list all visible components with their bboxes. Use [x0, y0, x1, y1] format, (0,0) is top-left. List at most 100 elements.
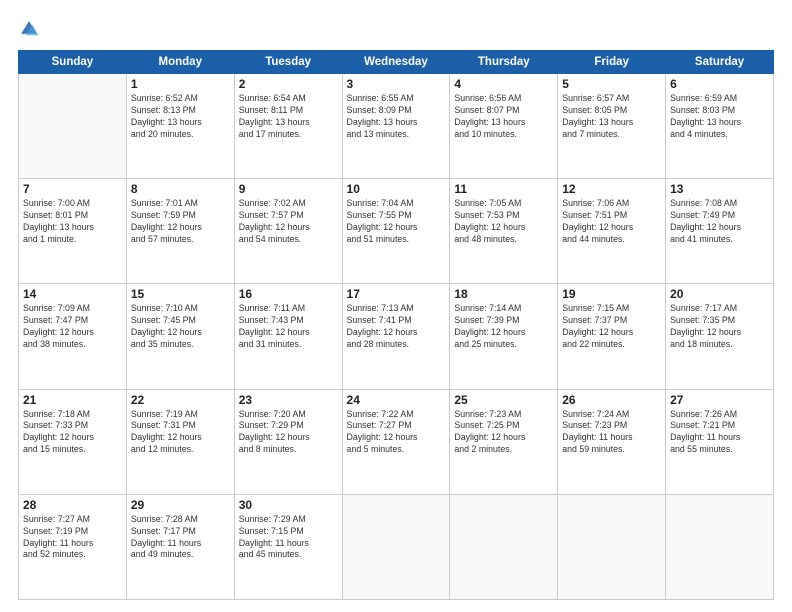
day-info: Sunrise: 6:55 AM Sunset: 8:09 PM Dayligh…: [347, 93, 446, 141]
weekday-header-thursday: Thursday: [450, 51, 558, 74]
week-row-5: 28Sunrise: 7:27 AM Sunset: 7:19 PM Dayli…: [19, 494, 774, 599]
day-info: Sunrise: 7:15 AM Sunset: 7:37 PM Dayligh…: [562, 303, 661, 351]
calendar-cell: 28Sunrise: 7:27 AM Sunset: 7:19 PM Dayli…: [19, 494, 127, 599]
calendar-table: SundayMondayTuesdayWednesdayThursdayFrid…: [18, 50, 774, 600]
day-info: Sunrise: 6:59 AM Sunset: 8:03 PM Dayligh…: [670, 93, 769, 141]
day-info: Sunrise: 6:57 AM Sunset: 8:05 PM Dayligh…: [562, 93, 661, 141]
calendar-cell: 17 Sunrise: 7:13 AM Sunset: 7:41 PM Dayli…: [342, 284, 450, 389]
weekday-header-wednesday: Wednesday: [342, 51, 450, 74]
calendar-cell: 10 Sunrise: 7:04 AM Sunset: 7:55 PM Dayli…: [342, 179, 450, 284]
day-number: 4: [454, 77, 553, 91]
day-number: 9: [239, 182, 338, 196]
day-info: Sunrise: 7:19 AM Sunset: 7:31 PM Dayligh…: [131, 409, 230, 457]
day-number: 14: [23, 287, 122, 301]
day-number: 13: [670, 182, 769, 196]
weekday-header-friday: Friday: [558, 51, 666, 74]
day-info: Sunrise: 7:04 AM Sunset: 7:55 PM Dayligh…: [347, 198, 446, 246]
day-number: 19: [562, 287, 661, 301]
calendar-cell: 20Sunrise: 7:17 AM Sunset: 7:35 PM Dayli…: [666, 284, 774, 389]
day-number: 29: [131, 498, 230, 512]
day-number: 3: [347, 77, 446, 91]
weekday-header-monday: Monday: [126, 51, 234, 74]
calendar-cell: 8Sunrise: 7:01 AM Sunset: 7:59 PM Daylig…: [126, 179, 234, 284]
calendar-cell: 4 Sunrise: 6:56 AM Sunset: 8:07 PM Daylig…: [450, 74, 558, 179]
calendar-cell: 12 Sunrise: 7:06 AM Sunset: 7:51 PM Dayli…: [558, 179, 666, 284]
day-number: 10: [347, 182, 446, 196]
calendar-cell: [19, 74, 127, 179]
logo-icon: [18, 18, 40, 40]
day-info: Sunrise: 7:05 AM Sunset: 7:53 PM Dayligh…: [454, 198, 553, 246]
calendar-cell: 7 Sunrise: 7:00 AM Sunset: 8:01 PM Daylig…: [19, 179, 127, 284]
calendar-cell: 13 Sunrise: 7:08 AM Sunset: 7:49 PM Dayli…: [666, 179, 774, 284]
calendar-cell: 15 Sunrise: 7:10 AM Sunset: 7:45 PM Dayli…: [126, 284, 234, 389]
day-number: 22: [131, 393, 230, 407]
day-number: 12: [562, 182, 661, 196]
calendar-cell: 29 Sunrise: 7:28 AM Sunset: 7:17 PM Dayli…: [126, 494, 234, 599]
calendar-cell: 18 Sunrise: 7:14 AM Sunset: 7:39 PM Dayli…: [450, 284, 558, 389]
day-number: 30: [239, 498, 338, 512]
weekday-header-sunday: Sunday: [19, 51, 127, 74]
calendar-cell: 26Sunrise: 7:24 AM Sunset: 7:23 PM Dayli…: [558, 389, 666, 494]
day-info: Sunrise: 7:24 AM Sunset: 7:23 PM Dayligh…: [562, 409, 661, 457]
calendar-cell: 21 Sunrise: 7:18 AM Sunset: 7:33 PM Dayli…: [19, 389, 127, 494]
day-info: Sunrise: 7:13 AM Sunset: 7:41 PM Dayligh…: [347, 303, 446, 351]
calendar-page: SundayMondayTuesdayWednesdayThursdayFrid…: [0, 0, 792, 612]
calendar-cell: 6 Sunrise: 6:59 AM Sunset: 8:03 PM Daylig…: [666, 74, 774, 179]
logo: [18, 18, 42, 40]
weekday-header-row: SundayMondayTuesdayWednesdayThursdayFrid…: [19, 51, 774, 74]
calendar-cell: 9 Sunrise: 7:02 AM Sunset: 7:57 PM Daylig…: [234, 179, 342, 284]
calendar-cell: [558, 494, 666, 599]
day-info: Sunrise: 7:26 AM Sunset: 7:21 PM Dayligh…: [670, 409, 769, 457]
weekday-header-tuesday: Tuesday: [234, 51, 342, 74]
calendar-cell: 24 Sunrise: 7:22 AM Sunset: 7:27 PM Dayli…: [342, 389, 450, 494]
calendar-cell: 14 Sunrise: 7:09 AM Sunset: 7:47 PM Dayli…: [19, 284, 127, 389]
day-info: Sunrise: 7:22 AM Sunset: 7:27 PM Dayligh…: [347, 409, 446, 457]
calendar-cell: 1Sunrise: 6:52 AM Sunset: 8:13 PM Daylig…: [126, 74, 234, 179]
day-number: 11: [454, 182, 553, 196]
calendar-cell: [342, 494, 450, 599]
calendar-cell: 2Sunrise: 6:54 AM Sunset: 8:11 PM Daylig…: [234, 74, 342, 179]
day-info: Sunrise: 7:18 AM Sunset: 7:33 PM Dayligh…: [23, 409, 122, 457]
calendar-cell: 11 Sunrise: 7:05 AM Sunset: 7:53 PM Dayli…: [450, 179, 558, 284]
day-number: 20: [670, 287, 769, 301]
week-row-3: 14 Sunrise: 7:09 AM Sunset: 7:47 PM Dayli…: [19, 284, 774, 389]
day-info: Sunrise: 7:23 AM Sunset: 7:25 PM Dayligh…: [454, 409, 553, 457]
day-info: Sunrise: 7:02 AM Sunset: 7:57 PM Dayligh…: [239, 198, 338, 246]
calendar-cell: 5 Sunrise: 6:57 AM Sunset: 8:05 PM Daylig…: [558, 74, 666, 179]
day-info: Sunrise: 7:08 AM Sunset: 7:49 PM Dayligh…: [670, 198, 769, 246]
day-info: Sunrise: 7:01 AM Sunset: 7:59 PM Dayligh…: [131, 198, 230, 246]
day-info: Sunrise: 7:28 AM Sunset: 7:17 PM Dayligh…: [131, 514, 230, 562]
calendar-cell: 27Sunrise: 7:26 AM Sunset: 7:21 PM Dayli…: [666, 389, 774, 494]
day-info: Sunrise: 7:00 AM Sunset: 8:01 PM Dayligh…: [23, 198, 122, 246]
day-number: 18: [454, 287, 553, 301]
day-info: Sunrise: 7:06 AM Sunset: 7:51 PM Dayligh…: [562, 198, 661, 246]
day-info: Sunrise: 7:09 AM Sunset: 7:47 PM Dayligh…: [23, 303, 122, 351]
week-row-2: 7 Sunrise: 7:00 AM Sunset: 8:01 PM Daylig…: [19, 179, 774, 284]
day-info: Sunrise: 7:20 AM Sunset: 7:29 PM Dayligh…: [239, 409, 338, 457]
day-number: 7: [23, 182, 122, 196]
day-info: Sunrise: 7:11 AM Sunset: 7:43 PM Dayligh…: [239, 303, 338, 351]
header: [18, 18, 774, 40]
day-info: Sunrise: 6:56 AM Sunset: 8:07 PM Dayligh…: [454, 93, 553, 141]
day-number: 24: [347, 393, 446, 407]
day-number: 23: [239, 393, 338, 407]
weekday-header-saturday: Saturday: [666, 51, 774, 74]
day-number: 28: [23, 498, 122, 512]
calendar-cell: 19 Sunrise: 7:15 AM Sunset: 7:37 PM Dayli…: [558, 284, 666, 389]
calendar-cell: [666, 494, 774, 599]
day-number: 17: [347, 287, 446, 301]
calendar-cell: 3 Sunrise: 6:55 AM Sunset: 8:09 PM Daylig…: [342, 74, 450, 179]
day-number: 5: [562, 77, 661, 91]
day-info: Sunrise: 7:14 AM Sunset: 7:39 PM Dayligh…: [454, 303, 553, 351]
day-number: 25: [454, 393, 553, 407]
day-info: Sunrise: 7:29 AM Sunset: 7:15 PM Dayligh…: [239, 514, 338, 562]
calendar-cell: 25 Sunrise: 7:23 AM Sunset: 7:25 PM Dayli…: [450, 389, 558, 494]
day-number: 2: [239, 77, 338, 91]
day-number: 6: [670, 77, 769, 91]
day-number: 15: [131, 287, 230, 301]
calendar-cell: [450, 494, 558, 599]
day-number: 21: [23, 393, 122, 407]
day-info: Sunrise: 7:10 AM Sunset: 7:45 PM Dayligh…: [131, 303, 230, 351]
day-number: 16: [239, 287, 338, 301]
calendar-cell: 16 Sunrise: 7:11 AM Sunset: 7:43 PM Dayli…: [234, 284, 342, 389]
